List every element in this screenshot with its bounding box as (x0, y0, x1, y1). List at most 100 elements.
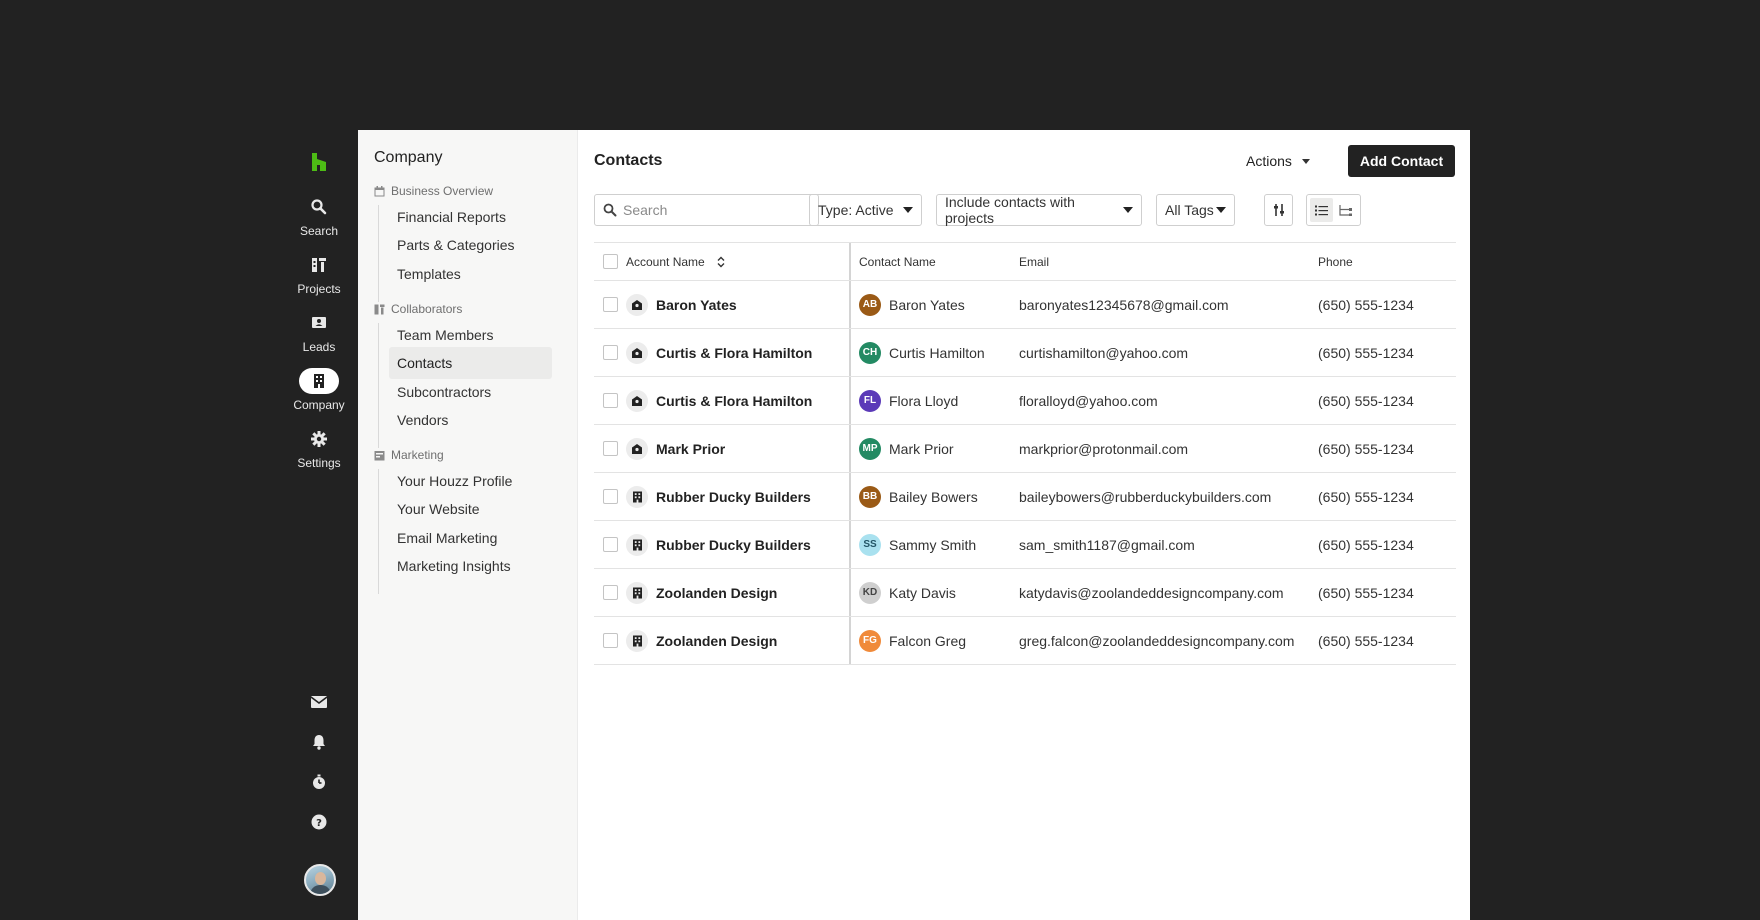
contact-avatar: MP (859, 437, 881, 460)
account-name[interactable]: Baron Yates (656, 297, 737, 313)
account-name[interactable]: Curtis & Flora Hamilton (656, 345, 812, 361)
gear-icon (299, 426, 339, 452)
contact-cell: FL Flora Lloyd (851, 389, 1019, 412)
account-name[interactable]: Zoolanden Design (656, 633, 777, 649)
tags-filter-dropdown[interactable]: All Tags (1156, 194, 1235, 226)
subnav-item-website[interactable]: Your Website (389, 493, 552, 525)
phone-cell: (650) 555-1234 (1318, 584, 1414, 601)
phone-cell: (650) 555-1234 (1318, 536, 1414, 553)
contact-name[interactable]: Baron Yates (889, 297, 965, 313)
table-row[interactable]: Rubber Ducky Builders SS Sammy Smith sam_sm… (594, 521, 1456, 569)
email-cell: curtishamilton@yahoo.com (1019, 344, 1189, 361)
rail-item-search[interactable]: Search (280, 194, 358, 238)
row-checkbox[interactable] (602, 441, 618, 456)
account-header-label: Account Name (626, 254, 705, 269)
section-label: Collaborators (391, 302, 463, 316)
subnav-item-templates[interactable]: Templates (389, 258, 552, 290)
phone-cell: (650) 555-1234 (1318, 632, 1414, 649)
bell-icon[interactable] (280, 734, 358, 750)
row-checkbox[interactable] (602, 393, 618, 408)
column-settings-button[interactable] (1264, 194, 1293, 226)
contact-avatar: FL (859, 389, 881, 412)
contact-cell: CH Curtis Hamilton (851, 341, 1019, 364)
account-name[interactable]: Curtis & Flora Hamilton (656, 393, 812, 409)
section-business-overview: Business Overview (374, 184, 493, 198)
sliders-icon (1273, 204, 1284, 216)
row-checkbox[interactable] (602, 345, 618, 360)
mail-icon[interactable] (280, 695, 358, 709)
collaborators-icon (374, 304, 385, 314)
app-rail: Search Projects Leads Company Settings ? (280, 130, 358, 920)
projects-filter-dropdown[interactable]: Include contacts with projects (936, 194, 1142, 226)
rail-label-search: Search (299, 224, 339, 238)
search-input[interactable] (623, 202, 803, 218)
search-field[interactable] (594, 194, 819, 226)
email-column-header[interactable]: Email (1019, 255, 1318, 269)
table-row[interactable]: Mark Prior MP Mark Prior markprior@protonma… (594, 425, 1456, 473)
table-row[interactable]: Curtis & Flora Hamilton FL Flora Lloyd flor… (594, 377, 1456, 425)
account-name[interactable]: Rubber Ducky Builders (656, 537, 811, 553)
row-checkbox[interactable] (602, 297, 618, 312)
table-row[interactable]: Zoolanden Design FG Falcon Greg greg.falcon… (594, 617, 1456, 665)
group-divider (378, 205, 379, 302)
subnav-item-marketing-insights[interactable]: Marketing Insights (389, 550, 552, 582)
table-row[interactable]: Baron Yates AB Baron Yates baronyates123456… (594, 281, 1456, 329)
row-checkbox[interactable] (602, 537, 618, 552)
table-row[interactable]: Curtis & Flora Hamilton CH Curtis Hamilton… (594, 329, 1456, 377)
contact-name[interactable]: Sammy Smith (889, 537, 976, 553)
phone-cell: (650) 555-1234 (1318, 296, 1414, 313)
actions-dropdown[interactable]: Actions (1246, 145, 1310, 177)
list-view-button[interactable] (1310, 198, 1333, 222)
account-name[interactable]: Rubber Ducky Builders (656, 489, 811, 505)
section-collaborators: Collaborators (374, 302, 462, 316)
phone-column-header[interactable]: Phone (1318, 255, 1454, 269)
chevron-down-icon (1216, 207, 1226, 213)
contact-name[interactable]: Falcon Greg (889, 633, 966, 649)
add-contact-button[interactable]: Add Contact (1348, 145, 1455, 177)
rail-item-projects[interactable]: Projects (280, 252, 358, 296)
hierarchy-view-button[interactable] (1335, 198, 1358, 222)
contact-column-header[interactable]: Contact Name (851, 255, 1019, 269)
account-name[interactable]: Zoolanden Design (656, 585, 777, 601)
select-all-checkbox[interactable] (602, 254, 618, 269)
subnav-item-contacts[interactable]: Contacts (389, 347, 552, 379)
table-row[interactable]: Zoolanden Design KD Katy Davis katydavis@zo… (594, 569, 1456, 617)
account-column-header[interactable]: Account Name (626, 243, 851, 280)
leads-icon (299, 310, 339, 336)
search-icon (299, 194, 339, 220)
section-label: Business Overview (391, 184, 494, 198)
chevron-down-icon (1123, 207, 1133, 213)
phone-cell: (650) 555-1234 (1318, 392, 1414, 409)
rail-label-settings: Settings (297, 456, 341, 470)
contact-name[interactable]: Mark Prior (889, 441, 954, 457)
building-icon (626, 485, 648, 508)
contact-name[interactable]: Katy Davis (889, 585, 956, 601)
rail-item-settings[interactable]: Settings (280, 426, 358, 470)
help-icon[interactable]: ? (280, 814, 358, 830)
contact-name[interactable]: Flora Lloyd (889, 393, 958, 409)
table-row[interactable]: Rubber Ducky Builders BB Bailey Bowers bail… (594, 473, 1456, 521)
contact-avatar: AB (859, 293, 881, 316)
timer-icon[interactable] (280, 774, 358, 790)
subnav-item-parts-categories[interactable]: Parts & Categories (389, 229, 552, 261)
contact-name[interactable]: Curtis Hamilton (889, 345, 985, 361)
row-checkbox[interactable] (602, 585, 618, 600)
building-icon (626, 533, 648, 556)
row-checkbox[interactable] (602, 633, 618, 648)
contact-name[interactable]: Bailey Bowers (889, 489, 978, 505)
houzz-logo-icon[interactable] (307, 150, 331, 174)
view-toggle (1306, 194, 1361, 226)
tags-filter-value: All Tags (1165, 202, 1214, 218)
building-icon (626, 629, 648, 652)
account-name[interactable]: Mark Prior (656, 441, 725, 457)
rail-item-company[interactable]: Company (280, 368, 358, 412)
page-title: Contacts (594, 152, 663, 169)
subnav-item-vendors[interactable]: Vendors (389, 404, 552, 436)
row-checkbox[interactable] (602, 489, 618, 504)
type-filter-dropdown[interactable]: Type: Active (809, 194, 922, 226)
phone-cell: (650) 555-1234 (1318, 488, 1414, 505)
contact-avatar: SS (859, 533, 881, 556)
rail-item-leads[interactable]: Leads (280, 310, 358, 354)
user-avatar[interactable] (304, 864, 336, 896)
rail-label-company: Company (293, 398, 345, 412)
